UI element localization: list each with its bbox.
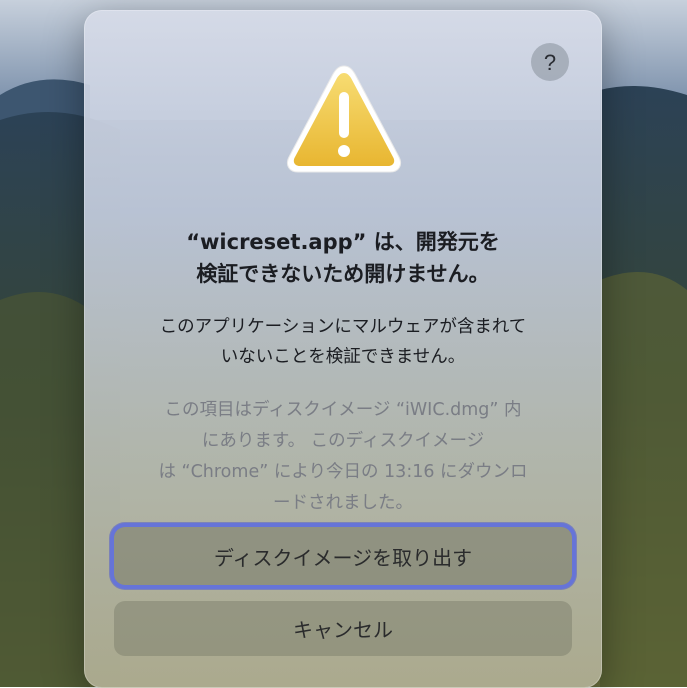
info-line-3: は “Chrome” により今日の 13:16 にダウンロ <box>158 462 528 482</box>
message-line-1: このアプリケーションにマルウェアが含まれて <box>159 317 527 337</box>
cancel-button[interactable]: キャンセル <box>114 601 572 656</box>
warning-triangle-icon <box>286 65 402 173</box>
info-line-2: にあります。 このディスクイメージ <box>201 431 485 451</box>
help-button[interactable]: ? <box>531 43 569 81</box>
dialog-info-text: この項目はディスクイメージ “iWIC.dmg” 内 にあります。 このディスク… <box>84 395 602 519</box>
message-line-2: いないことを検証できません。 <box>220 347 466 367</box>
gatekeeper-alert-dialog: ? “wicreset.app” は、開発元を 検証できないため開けません。 こ… <box>84 10 602 688</box>
title-line-1: “wicreset.app” は、開発元を <box>186 230 500 254</box>
title-line-2: 検証できないため開けません。 <box>196 262 490 286</box>
eject-disk-image-button[interactable]: ディスクイメージを取り出す <box>114 527 572 585</box>
dialog-title: “wicreset.app” は、開発元を 検証できないため開けません。 <box>84 226 602 290</box>
cancel-label: キャンセル <box>293 618 393 642</box>
dialog-message: このアプリケーションにマルウェアが含まれて いないことを検証できません。 <box>84 312 602 372</box>
help-icon: ? <box>543 49 557 75</box>
info-line-1: この項目はディスクイメージ “iWIC.dmg” 内 <box>164 400 522 420</box>
eject-disk-image-label: ディスクイメージを取り出す <box>213 545 473 570</box>
info-line-4: ードされました。 <box>273 493 413 513</box>
